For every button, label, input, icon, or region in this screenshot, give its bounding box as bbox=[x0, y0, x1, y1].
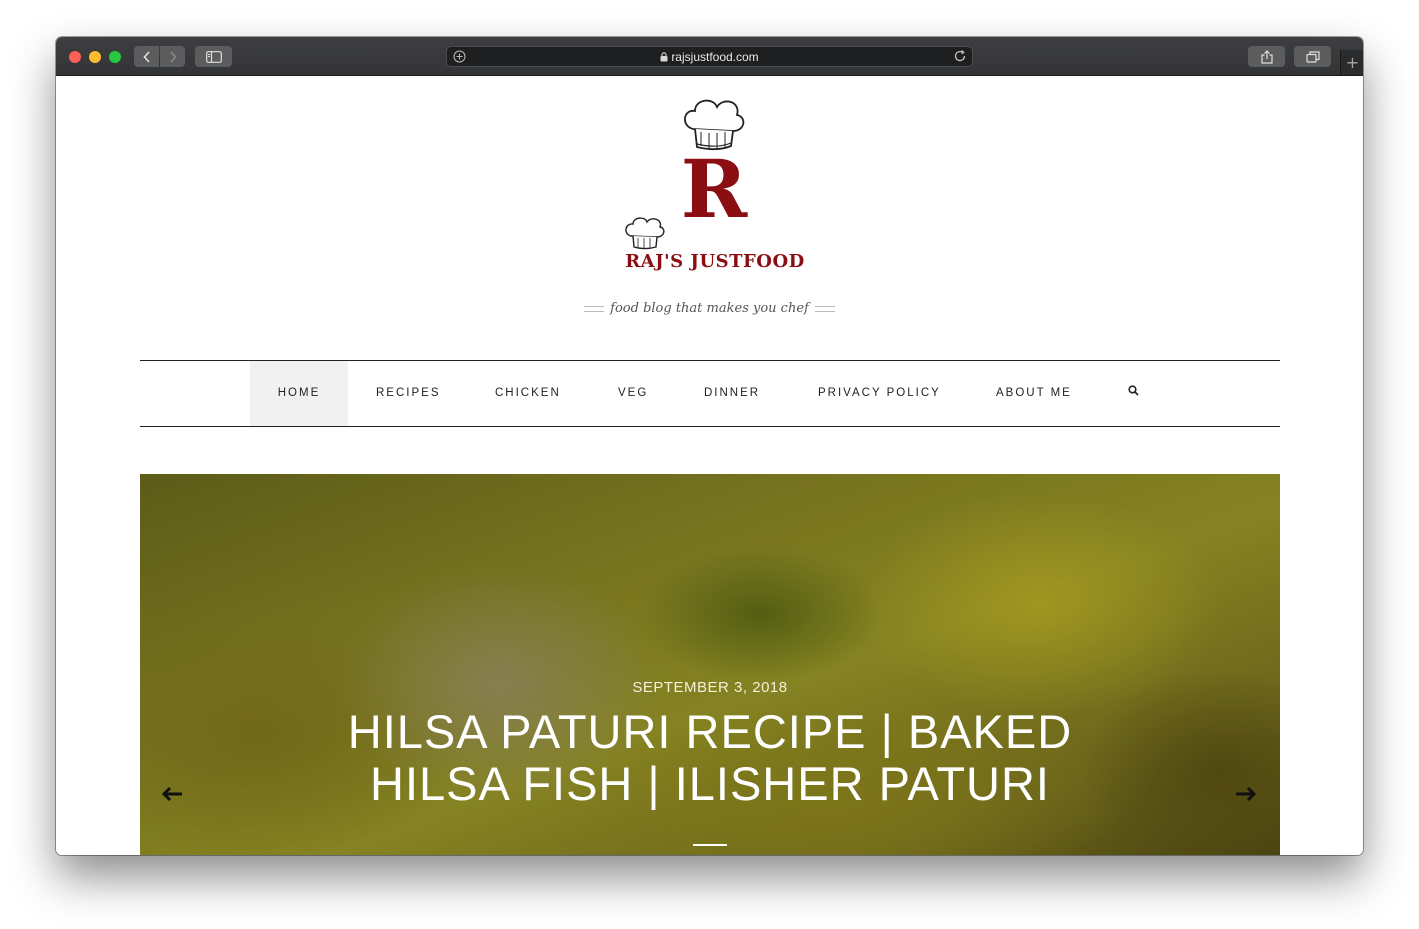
arrow-left-icon[interactable] bbox=[162, 785, 184, 803]
site-logo[interactable]: R RAJ'S JUSTFOOD bbox=[621, 91, 811, 281]
chevron-right-icon bbox=[169, 50, 177, 63]
sidebar-toggle-button[interactable] bbox=[195, 46, 232, 67]
search-button[interactable] bbox=[1128, 385, 1139, 401]
chef-hat-small-icon bbox=[625, 217, 665, 250]
browser-toolbar: rajsjustfood.com + bbox=[56, 37, 1363, 76]
tagline-row: food blog that makes you chef bbox=[56, 301, 1363, 316]
share-button[interactable] bbox=[1248, 46, 1285, 67]
nav-item-dinner[interactable]: DINNER bbox=[704, 361, 760, 426]
arrow-right-icon[interactable] bbox=[1234, 785, 1256, 803]
featured-post-slider[interactable]: SEPTEMBER 3, 2018 HILSA PATURI RECIPE | … bbox=[140, 474, 1280, 855]
title-underline bbox=[693, 844, 727, 846]
hero-caption: SEPTEMBER 3, 2018 HILSA PATURI RECIPE | … bbox=[140, 679, 1280, 810]
plus-icon: + bbox=[1345, 53, 1360, 72]
zoom-window-button[interactable] bbox=[109, 51, 121, 63]
post-date: SEPTEMBER 3, 2018 bbox=[632, 679, 788, 696]
tabs-icon bbox=[1305, 50, 1320, 63]
logo-text: RAJ'S JUSTFOOD bbox=[625, 251, 805, 272]
nav-item-privacy-policy[interactable]: PRIVACY POLICY bbox=[818, 361, 941, 426]
share-icon bbox=[1260, 49, 1273, 64]
close-window-button[interactable] bbox=[69, 51, 81, 63]
nav-item-chicken[interactable]: CHICKEN bbox=[495, 361, 561, 426]
minimize-window-button[interactable] bbox=[89, 51, 101, 63]
search-icon bbox=[1128, 385, 1139, 396]
logo-letter: R bbox=[681, 142, 748, 236]
tagline-divider-right bbox=[814, 305, 835, 312]
show-tabs-button[interactable] bbox=[1294, 46, 1331, 67]
nav-item-recipes[interactable]: RECIPES bbox=[376, 361, 441, 426]
main-navigation: HOME RECIPES CHICKEN VEG DINNER PRIVACY … bbox=[140, 360, 1280, 427]
reload-icon[interactable] bbox=[953, 49, 967, 63]
post-title[interactable]: HILSA PATURI RECIPE | BAKED HILSA FISH |… bbox=[310, 706, 1110, 810]
nav-item-veg[interactable]: VEG bbox=[618, 361, 648, 426]
browser-window: rajsjustfood.com + R RAJ'S JUSTFOOD food… bbox=[56, 37, 1363, 855]
url-display: rajsjustfood.com bbox=[447, 50, 972, 64]
forward-button[interactable] bbox=[160, 46, 185, 67]
new-tab-button[interactable]: + bbox=[1340, 50, 1363, 75]
lock-icon bbox=[660, 52, 668, 62]
chevron-left-icon bbox=[142, 50, 150, 63]
address-bar[interactable]: rajsjustfood.com bbox=[446, 46, 973, 67]
web-page: R RAJ'S JUSTFOOD food blog that makes yo… bbox=[56, 76, 1363, 855]
url-text: rajsjustfood.com bbox=[671, 50, 759, 64]
site-tagline: food blog that makes you chef bbox=[610, 301, 809, 316]
nav-item-home[interactable]: HOME bbox=[250, 361, 348, 426]
nav-item-about-me[interactable]: ABOUT ME bbox=[996, 361, 1072, 426]
tagline-divider-left bbox=[584, 305, 605, 312]
back-button[interactable] bbox=[134, 46, 159, 67]
sidebar-icon bbox=[205, 50, 222, 63]
